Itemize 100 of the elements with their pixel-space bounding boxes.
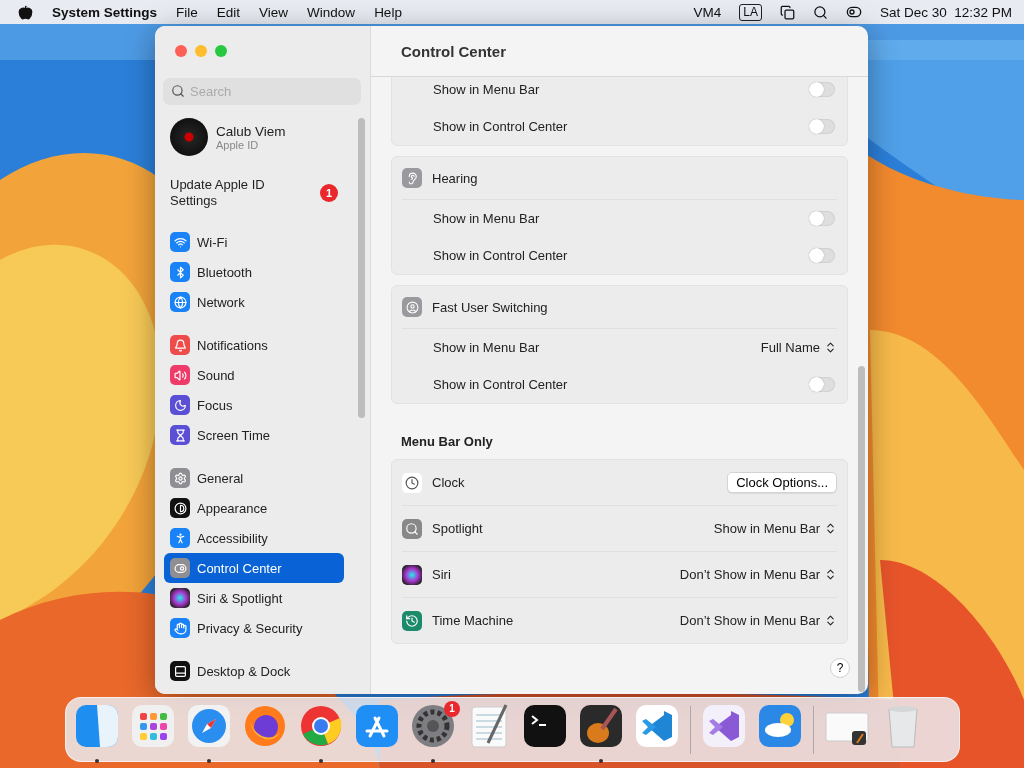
clock-history-icon	[402, 610, 422, 631]
menu-item[interactable]: File	[176, 4, 198, 20]
speaker-icon	[170, 365, 190, 385]
guitar-icon[interactable]	[578, 702, 624, 749]
row-label: Time Machine	[432, 613, 515, 628]
help-button[interactable]: ?	[830, 658, 850, 678]
options-button[interactable]: Clock Options...	[727, 472, 837, 493]
sidebar-item-label: Privacy & Security	[197, 620, 303, 636]
ide-icon[interactable]	[701, 702, 747, 749]
globe-icon	[170, 292, 190, 312]
hourglass-icon	[170, 425, 190, 445]
orb-icon	[402, 564, 422, 585]
popup-select[interactable]: Don’t Show in Menu Bar	[679, 567, 837, 582]
sidebar-item[interactable]: General	[164, 463, 344, 493]
toggle-switch[interactable]	[809, 211, 835, 226]
hand-icon	[170, 618, 190, 638]
input-source-indicator[interactable]: LA	[739, 3, 762, 21]
code-editor-icon[interactable]	[634, 702, 680, 749]
sidebar-item-label: Appearance	[197, 500, 268, 516]
sidebar-item[interactable]: Notifications	[164, 330, 344, 360]
close-button[interactable]	[175, 45, 187, 57]
apple-logo-icon[interactable]	[18, 4, 33, 20]
menu-item[interactable]: Help	[374, 4, 402, 20]
sidebar-item[interactable]: Appearance	[164, 493, 344, 523]
menu-item[interactable]: View	[259, 4, 289, 20]
avatar[interactable]	[170, 118, 208, 156]
sidebar-item[interactable]: Focus	[164, 390, 344, 420]
notification-badge: 1	[320, 184, 338, 202]
toggle-icon	[170, 558, 190, 578]
chevron-updown-icon	[824, 341, 837, 354]
menu-item[interactable]: Window	[307, 4, 356, 20]
row-label: Show in Control Center	[433, 119, 569, 134]
sidebar-item[interactable]: Privacy & Security	[164, 613, 344, 643]
toggle-switch[interactable]	[809, 377, 835, 392]
clock-icon	[402, 472, 422, 493]
compass-icon[interactable]	[186, 702, 232, 749]
search-icon	[402, 518, 422, 539]
toggle-switch[interactable]	[809, 119, 835, 134]
cloud-sun-icon[interactable]	[757, 702, 803, 749]
section-heading: Menu Bar Only	[401, 434, 494, 449]
module-title: Hearing	[432, 170, 478, 186]
file-manager-icon[interactable]	[74, 702, 120, 749]
row-label: Show in Control Center	[433, 248, 569, 263]
status-item[interactable]: VM4	[693, 4, 722, 20]
toggle-switch[interactable]	[809, 248, 835, 263]
popup-select[interactable]: Don’t Show in Menu Bar	[679, 613, 837, 628]
sidebar-item[interactable]: Control Center	[164, 553, 344, 583]
clock-text[interactable]: Sat Dec 30 12:32 PM	[879, 4, 1012, 20]
dock-panel-icon	[170, 661, 190, 681]
row-label: Show in Menu Bar	[433, 82, 541, 97]
windows-icon[interactable]	[779, 4, 795, 20]
menu-item[interactable]: System Settings	[52, 4, 158, 20]
bell-icon	[170, 335, 190, 355]
sidebar-item[interactable]: Desktop & Dock	[164, 656, 344, 686]
sidebar-item[interactable]: Update Apple ID Settings	[170, 177, 300, 209]
sidebar-item-label: Screen Time	[197, 427, 270, 443]
orb-icon	[170, 588, 190, 608]
running-indicator	[431, 758, 435, 763]
contrast-icon	[170, 498, 190, 518]
popup-select[interactable]: Full Name	[760, 340, 837, 355]
scrollbar[interactable]	[358, 118, 365, 418]
bluetooth-icon	[170, 262, 190, 282]
gear-icon[interactable]	[410, 702, 456, 749]
row-label: Spotlight	[432, 521, 484, 536]
sidebar-item-label: Network	[197, 294, 245, 310]
sidebar-item-label: Wi-Fi	[197, 234, 228, 250]
toggle-switch[interactable]	[809, 82, 835, 97]
row-label: Show in Control Center	[433, 377, 569, 392]
chevron-updown-icon	[824, 568, 837, 581]
row-label: Clock	[432, 475, 466, 490]
sidebar-item-label: Desktop & Dock	[197, 663, 291, 679]
chevron-updown-icon	[824, 522, 837, 535]
chevron-updown-icon	[824, 614, 837, 627]
sidebar-item-label: Control Center	[197, 560, 282, 576]
sidebar-item[interactable]: Screen Time	[164, 420, 344, 450]
app-store-icon[interactable]	[354, 702, 400, 749]
wifi-icon	[170, 232, 190, 252]
sidebar-item[interactable]: Sound	[164, 360, 344, 390]
sidebar-item[interactable]: Accessibility	[164, 523, 344, 553]
sidebar-item-label: Bluetooth	[197, 264, 252, 280]
account-name[interactable]: Calub Viem	[216, 123, 286, 139]
menu-item[interactable]: Edit	[216, 4, 241, 20]
sidebar-item[interactable]: Wi-Fi	[164, 227, 344, 257]
terminal-icon[interactable]	[522, 702, 568, 749]
row-label: Show in Menu Bar	[433, 340, 541, 355]
scrollbar[interactable]	[858, 366, 865, 692]
app-grid-icon[interactable]	[130, 702, 176, 749]
popup-select[interactable]: Show in Menu Bar	[713, 521, 837, 536]
row-label: Show in Menu Bar	[433, 211, 541, 226]
sidebar-item-label: General	[197, 470, 244, 486]
search-icon[interactable]	[812, 4, 828, 20]
moon-icon	[170, 395, 190, 415]
sidebar-item[interactable]: Siri & Spotlight	[164, 583, 344, 613]
sidebar-item[interactable]: Bluetooth	[164, 257, 344, 287]
sidebar-item-label: Accessibility	[197, 530, 268, 546]
gear-icon	[170, 468, 190, 488]
sidebar-item-label: Notifications	[197, 337, 268, 353]
running-indicator	[599, 758, 603, 763]
sidebar-item[interactable]: Network	[164, 287, 344, 317]
sidebar-item-label: Siri & Spotlight	[197, 590, 283, 606]
